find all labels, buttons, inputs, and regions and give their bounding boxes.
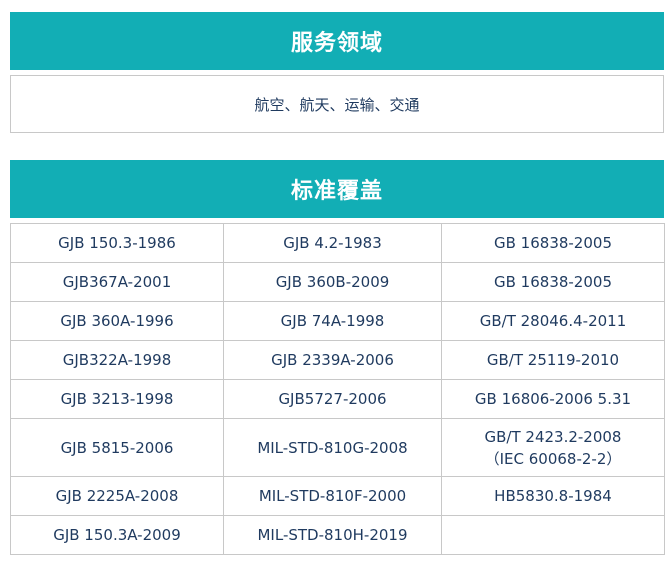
standard-cell: GJB 3213-1998 — [10, 379, 224, 419]
standard-cell: GJB 150.3-1986 — [10, 223, 224, 263]
table-row: GJB 360A-1996 GJB 74A-1998 GB/T 28046.4-… — [10, 301, 665, 341]
standard-cell: GJB5727-2006 — [223, 379, 442, 419]
standard-cell — [441, 515, 665, 555]
standard-cell: GJB 360A-1996 — [10, 301, 224, 341]
standard-cell: GJB 5815-2006 — [10, 418, 224, 477]
table-row: GJB367A-2001 GJB 360B-2009 GB 16838-2005 — [10, 262, 665, 302]
table-row: GJB 150.3A-2009 MIL-STD-810H-2019 — [10, 515, 665, 555]
standard-cell: HB5830.8-1984 — [441, 476, 665, 516]
standard-cell: GB 16806-2006 5.31 — [441, 379, 665, 419]
standard-cell-line: （IEC 60068-2-2） — [484, 449, 622, 468]
standard-cell: GJB 2339A-2006 — [223, 340, 442, 380]
service-area-header: 服务领域 — [10, 12, 664, 70]
table-row: GJB322A-1998 GJB 2339A-2006 GB/T 25119-2… — [10, 340, 665, 380]
service-area-text: 航空、航天、运输、交通 — [254, 95, 420, 114]
standards-title: 标准覆盖 — [290, 179, 383, 204]
table-row: GJB 5815-2006 MIL-STD-810G-2008 GB/T 242… — [10, 418, 665, 477]
standard-cell: GJB 4.2-1983 — [223, 223, 442, 263]
standards-header: 标准覆盖 — [10, 160, 664, 218]
standard-cell: MIL-STD-810F-2000 — [223, 476, 442, 516]
standard-cell: GB 16838-2005 — [441, 262, 665, 302]
table-row: GJB 3213-1998 GJB5727-2006 GB 16806-2006… — [10, 379, 665, 419]
standards-table: GJB 150.3-1986 GJB 4.2-1983 GB 16838-200… — [10, 223, 665, 555]
table-row: GJB 2225A-2008 MIL-STD-810F-2000 HB5830.… — [10, 476, 665, 516]
standard-cell: GB/T 25119-2010 — [441, 340, 665, 380]
service-area-content: 航空、航天、运输、交通 — [10, 75, 664, 133]
service-area-title: 服务领域 — [290, 31, 383, 56]
standard-cell: GJB 2225A-2008 — [10, 476, 224, 516]
standard-cell: GJB 360B-2009 — [223, 262, 442, 302]
standard-cell-line: GB/T 2423.2-2008 — [484, 427, 622, 446]
standard-cell: GJB322A-1998 — [10, 340, 224, 380]
standard-cell: GB/T 28046.4-2011 — [441, 301, 665, 341]
standard-cell: GJB 150.3A-2009 — [10, 515, 224, 555]
standard-cell: GJB 74A-1998 — [223, 301, 442, 341]
standard-cell: MIL-STD-810H-2019 — [223, 515, 442, 555]
standard-cell: GJB367A-2001 — [10, 262, 224, 302]
table-row: GJB 150.3-1986 GJB 4.2-1983 GB 16838-200… — [10, 223, 665, 263]
standard-cell: MIL-STD-810G-2008 — [223, 418, 442, 477]
standard-cell: GB/T 2423.2-2008 （IEC 60068-2-2） — [441, 418, 665, 477]
standard-cell: GB 16838-2005 — [441, 223, 665, 263]
